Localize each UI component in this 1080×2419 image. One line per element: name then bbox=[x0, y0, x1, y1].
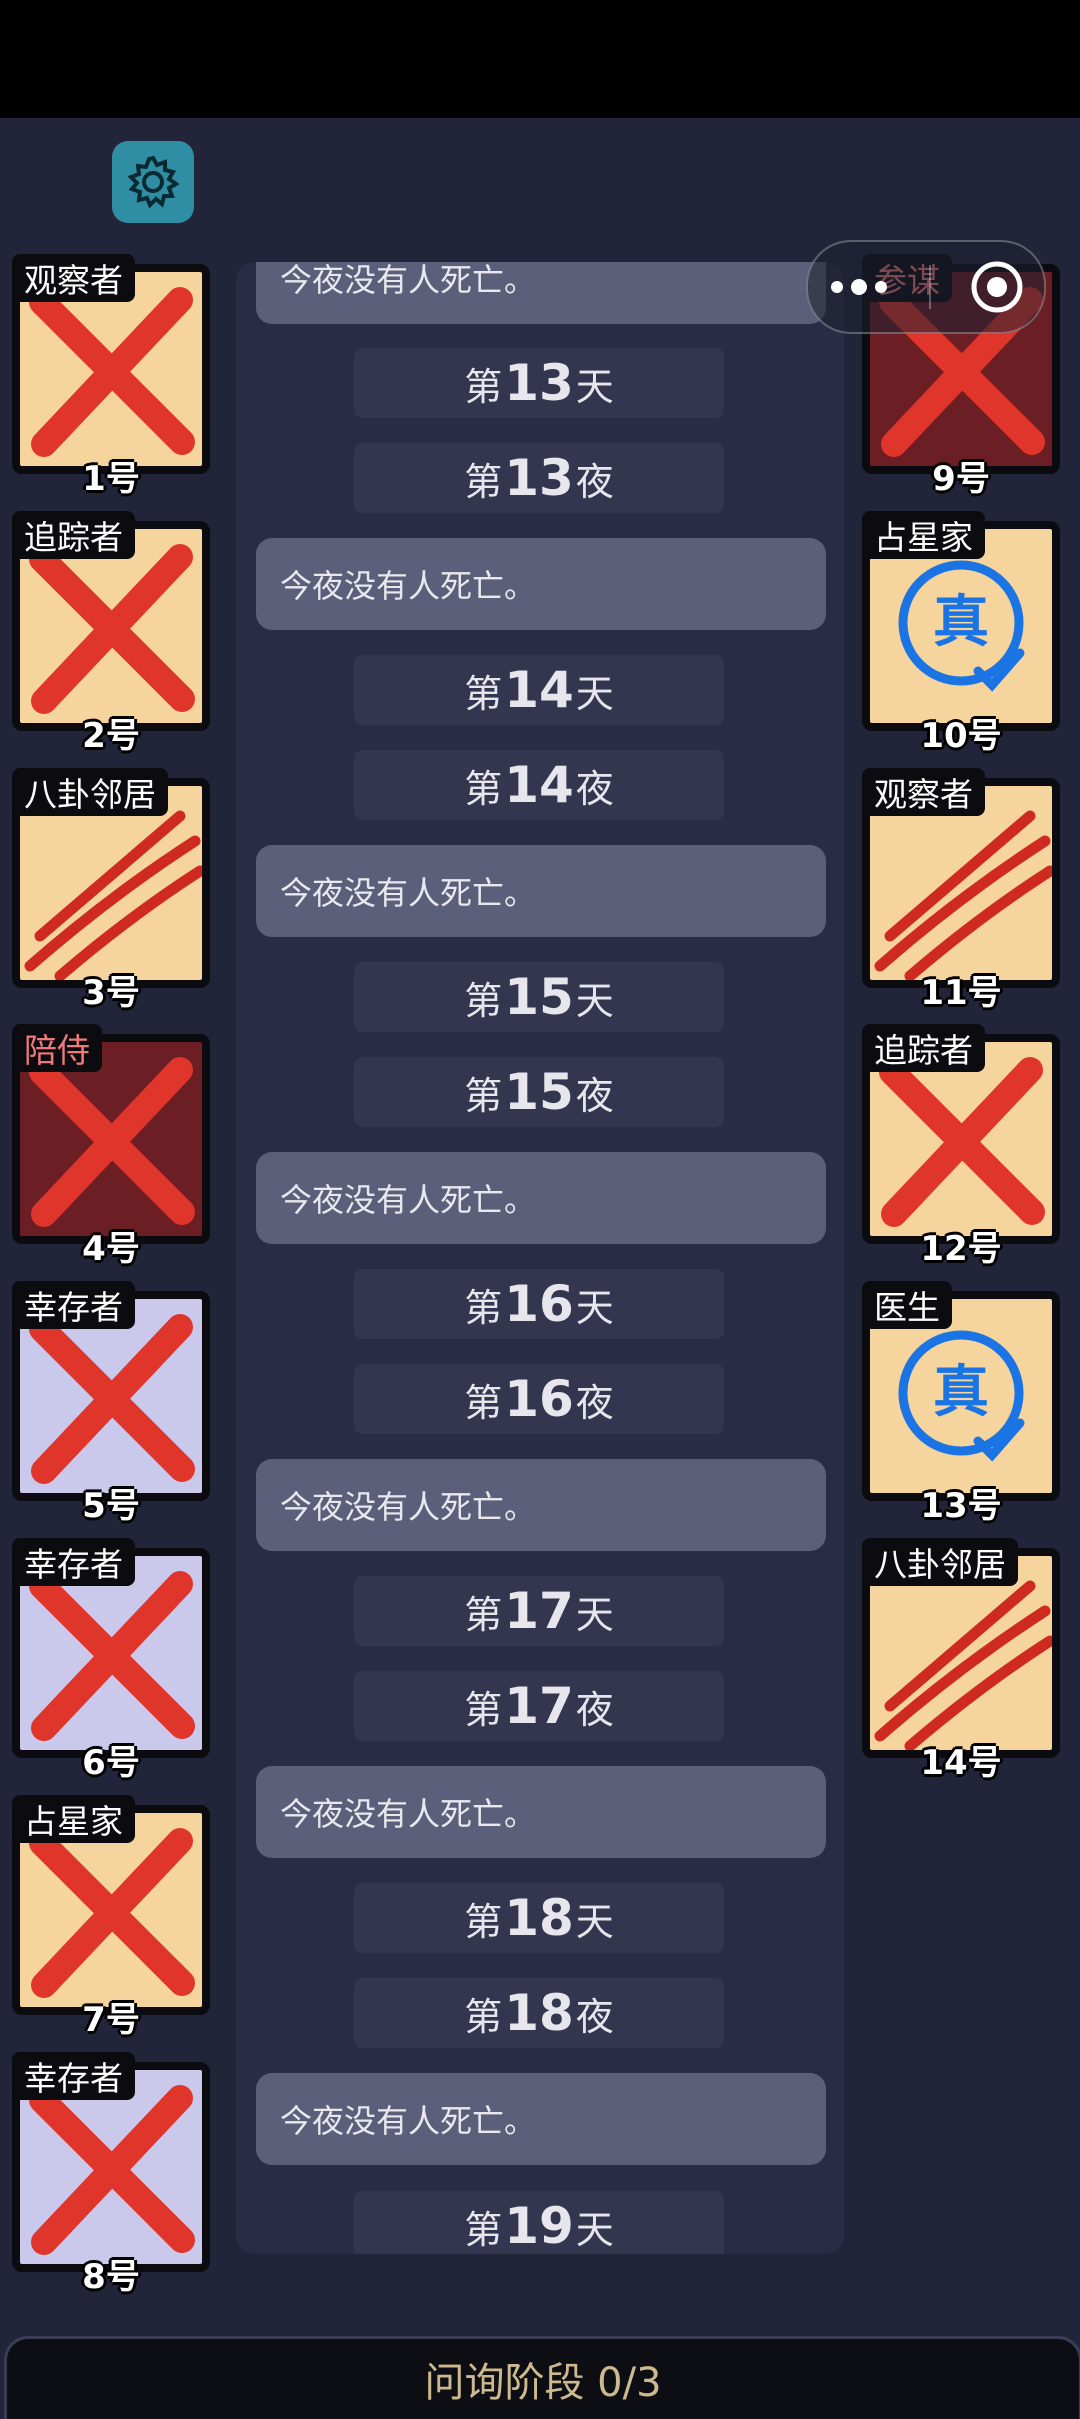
player-number: 12号 bbox=[920, 1229, 1002, 1269]
player-card[interactable]: 追踪者 2号 bbox=[12, 511, 210, 756]
log-message: 今夜没有人死亡。 bbox=[256, 538, 826, 630]
more-dots-icon[interactable] bbox=[827, 272, 891, 302]
player-number: 11号 bbox=[920, 973, 1002, 1013]
day-label: 第 15 天 bbox=[354, 962, 724, 1032]
gear-icon bbox=[127, 155, 180, 209]
day-label: 第 18 夜 bbox=[354, 1978, 724, 2048]
stamp-text: 真 bbox=[933, 590, 989, 655]
log-message: 今夜没有人死亡。 bbox=[256, 2073, 826, 2165]
day-label: 第 18 天 bbox=[354, 1883, 724, 1953]
player-number: 7号 bbox=[82, 2000, 140, 2040]
role-name: 追踪者 bbox=[12, 511, 135, 559]
status-bar bbox=[0, 0, 1080, 118]
day-label: 第 13 夜 bbox=[354, 443, 724, 513]
player-card[interactable]: 八卦邻居 3号 bbox=[12, 768, 210, 1013]
player-number: 14号 bbox=[920, 1743, 1002, 1783]
log-message: 今夜没有人死亡。 bbox=[256, 262, 826, 324]
role-name: 占星家 bbox=[12, 1795, 135, 1843]
player-card[interactable]: 观察者 1号 bbox=[12, 254, 210, 499]
player-number: 8号 bbox=[82, 2257, 140, 2297]
log-message: 今夜没有人死亡。 bbox=[256, 1152, 826, 1244]
settings-button[interactable] bbox=[112, 141, 194, 223]
player-number: 10号 bbox=[920, 716, 1002, 756]
player-number: 2号 bbox=[82, 716, 140, 756]
player-card[interactable]: 幸存者 8号 bbox=[12, 2052, 210, 2297]
player-card[interactable]: 观察者 11号 bbox=[862, 768, 1060, 1013]
target-circle-icon[interactable] bbox=[969, 259, 1025, 315]
stamp-text: 真 bbox=[933, 1360, 989, 1425]
day-label: 第 17 天 bbox=[354, 1576, 724, 1646]
role-name: 幸存者 bbox=[12, 1281, 135, 1329]
miniprogram-capsule bbox=[806, 240, 1046, 334]
day-label: 第 14 夜 bbox=[354, 750, 724, 820]
phase-bar[interactable]: 问询阶段 0/3 bbox=[4, 2336, 1080, 2419]
log-message: 今夜没有人死亡。 bbox=[256, 845, 826, 937]
player-number: 3号 bbox=[82, 973, 140, 1013]
day-label: 第 14 天 bbox=[354, 655, 724, 725]
log-message: 今夜没有人死亡。 bbox=[256, 1766, 826, 1858]
player-number: 13号 bbox=[920, 1486, 1002, 1526]
role-name: 幸存者 bbox=[12, 2052, 135, 2100]
role-name: 追踪者 bbox=[862, 1024, 985, 1072]
player-card[interactable]: 医生真 13号 bbox=[862, 1281, 1060, 1526]
player-card[interactable]: 占星家 7号 bbox=[12, 1795, 210, 2040]
role-name: 八卦邻居 bbox=[862, 1538, 1018, 1586]
day-label: 第 19 天 bbox=[354, 2191, 724, 2254]
role-name: 观察者 bbox=[12, 254, 135, 302]
capsule-divider bbox=[929, 265, 931, 309]
player-number: 1号 bbox=[82, 459, 140, 499]
player-number: 5号 bbox=[82, 1486, 140, 1526]
day-label: 第 13 天 bbox=[354, 348, 724, 418]
player-card[interactable]: 幸存者 5号 bbox=[12, 1281, 210, 1526]
role-name: 医生 bbox=[862, 1281, 952, 1329]
player-card[interactable]: 八卦邻居 14号 bbox=[862, 1538, 1060, 1783]
player-card[interactable]: 幸存者 6号 bbox=[12, 1538, 210, 1783]
game-log-panel[interactable]: 今夜没有人死亡。 第 13 天第 13 夜今夜没有人死亡。第 14 天第 14 夜今夜没有人死亡… bbox=[236, 262, 844, 2254]
player-number: 9号 bbox=[932, 459, 990, 499]
role-name: 八卦邻居 bbox=[12, 768, 168, 816]
day-label: 第 16 天 bbox=[354, 1269, 724, 1339]
role-name: 陪侍 bbox=[12, 1024, 102, 1072]
player-card[interactable]: 陪侍 4号 bbox=[12, 1024, 210, 1269]
day-label: 第 15 夜 bbox=[354, 1057, 724, 1127]
role-name: 占星家 bbox=[862, 511, 985, 559]
player-card[interactable]: 占星家真 10号 bbox=[862, 511, 1060, 756]
day-label: 第 17 夜 bbox=[354, 1671, 724, 1741]
role-name: 观察者 bbox=[862, 768, 985, 816]
day-label: 第 16 夜 bbox=[354, 1364, 724, 1434]
phase-label: 问询阶段 0/3 bbox=[424, 2360, 662, 2406]
player-card[interactable]: 追踪者 12号 bbox=[862, 1024, 1060, 1269]
player-number: 6号 bbox=[82, 1743, 140, 1783]
log-message: 今夜没有人死亡。 bbox=[256, 1459, 826, 1551]
player-number: 4号 bbox=[82, 1229, 140, 1269]
role-name: 幸存者 bbox=[12, 1538, 135, 1586]
